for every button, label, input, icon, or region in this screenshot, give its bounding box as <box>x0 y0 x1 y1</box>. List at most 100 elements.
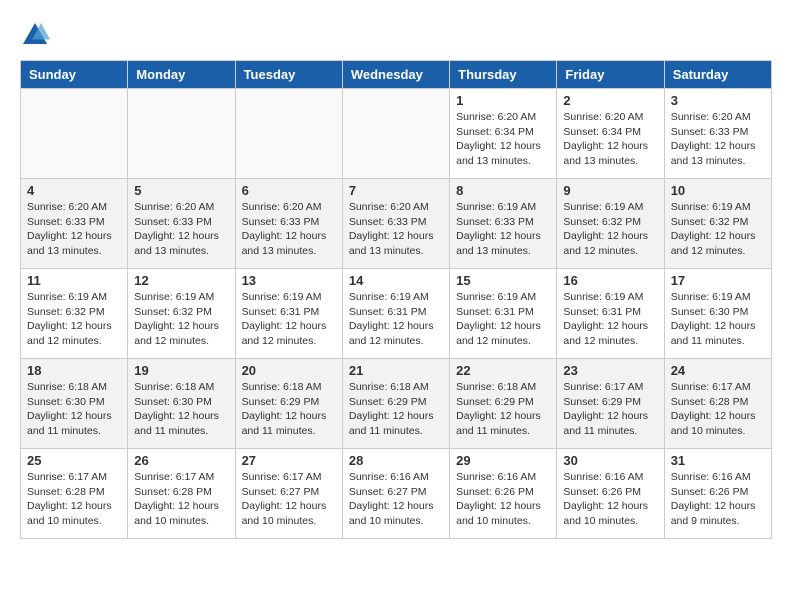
day-info: Sunrise: 6:17 AM Sunset: 6:28 PM Dayligh… <box>27 470 121 529</box>
day-info: Sunrise: 6:19 AM Sunset: 6:30 PM Dayligh… <box>671 290 765 349</box>
logo <box>20 20 54 50</box>
calendar-week: 18 Sunrise: 6:18 AM Sunset: 6:30 PM Dayli… <box>21 359 772 449</box>
day-info: Sunrise: 6:19 AM Sunset: 6:32 PM Dayligh… <box>671 200 765 259</box>
day-number: 4 <box>27 183 121 198</box>
day-number: 16 <box>563 273 657 288</box>
day-number: 1 <box>456 93 550 108</box>
day-info: Sunrise: 6:19 AM Sunset: 6:32 PM Dayligh… <box>563 200 657 259</box>
calendar-week: 4 Sunrise: 6:20 AM Sunset: 6:33 PM Daylig… <box>21 179 772 269</box>
day-number: 13 <box>242 273 336 288</box>
day-info: Sunrise: 6:20 AM Sunset: 6:33 PM Dayligh… <box>242 200 336 259</box>
day-info: Sunrise: 6:20 AM Sunset: 6:33 PM Dayligh… <box>349 200 443 259</box>
calendar-cell: 21 Sunrise: 6:18 AM Sunset: 6:29 PM Dayli… <box>342 359 449 449</box>
day-number: 22 <box>456 363 550 378</box>
day-number: 24 <box>671 363 765 378</box>
day-info: Sunrise: 6:19 AM Sunset: 6:32 PM Dayligh… <box>134 290 228 349</box>
day-info: Sunrise: 6:20 AM Sunset: 6:33 PM Dayligh… <box>671 110 765 169</box>
calendar-cell <box>342 89 449 179</box>
day-number: 28 <box>349 453 443 468</box>
day-info: Sunrise: 6:19 AM Sunset: 6:31 PM Dayligh… <box>242 290 336 349</box>
calendar-cell: 23Sunrise: 6:17 AM Sunset: 6:29 PM Dayli… <box>557 359 664 449</box>
calendar-cell: 22 Sunrise: 6:18 AM Sunset: 6:29 PM Dayli… <box>450 359 557 449</box>
day-info: Sunrise: 6:20 AM Sunset: 6:34 PM Dayligh… <box>563 110 657 169</box>
day-number: 14 <box>349 273 443 288</box>
weekday-header: Monday <box>128 61 235 89</box>
header <box>20 20 772 50</box>
day-number: 30 <box>563 453 657 468</box>
calendar-cell: 5 Sunrise: 6:20 AM Sunset: 6:33 PM Daylig… <box>128 179 235 269</box>
weekday-header: Sunday <box>21 61 128 89</box>
day-info: Sunrise: 6:16 AM Sunset: 6:26 PM Dayligh… <box>563 470 657 529</box>
calendar-week: 1 Sunrise: 6:20 AM Sunset: 6:34 PM Daylig… <box>21 89 772 179</box>
calendar-cell: 26 Sunrise: 6:17 AM Sunset: 6:28 PM Dayli… <box>128 449 235 539</box>
day-number: 25 <box>27 453 121 468</box>
calendar-cell: 29Sunrise: 6:16 AM Sunset: 6:26 PM Dayli… <box>450 449 557 539</box>
calendar-cell: 16Sunrise: 6:19 AM Sunset: 6:31 PM Dayli… <box>557 269 664 359</box>
calendar-cell <box>128 89 235 179</box>
calendar-cell: 19Sunrise: 6:18 AM Sunset: 6:30 PM Dayli… <box>128 359 235 449</box>
calendar-cell: 24 Sunrise: 6:17 AM Sunset: 6:28 PM Dayli… <box>664 359 771 449</box>
day-number: 26 <box>134 453 228 468</box>
calendar-cell: 20Sunrise: 6:18 AM Sunset: 6:29 PM Dayli… <box>235 359 342 449</box>
day-number: 15 <box>456 273 550 288</box>
day-number: 18 <box>27 363 121 378</box>
day-number: 21 <box>349 363 443 378</box>
day-number: 29 <box>456 453 550 468</box>
day-info: Sunrise: 6:17 AM Sunset: 6:27 PM Dayligh… <box>242 470 336 529</box>
day-number: 23 <box>563 363 657 378</box>
weekday-header: Saturday <box>664 61 771 89</box>
calendar-cell: 6Sunrise: 6:20 AM Sunset: 6:33 PM Daylig… <box>235 179 342 269</box>
day-info: Sunrise: 6:18 AM Sunset: 6:30 PM Dayligh… <box>134 380 228 439</box>
calendar-cell: 2 Sunrise: 6:20 AM Sunset: 6:34 PM Daylig… <box>557 89 664 179</box>
day-info: Sunrise: 6:20 AM Sunset: 6:33 PM Dayligh… <box>134 200 228 259</box>
day-info: Sunrise: 6:17 AM Sunset: 6:28 PM Dayligh… <box>134 470 228 529</box>
weekday-header: Thursday <box>450 61 557 89</box>
day-number: 5 <box>134 183 228 198</box>
logo-icon <box>20 20 50 50</box>
day-info: Sunrise: 6:16 AM Sunset: 6:27 PM Dayligh… <box>349 470 443 529</box>
day-number: 7 <box>349 183 443 198</box>
day-info: Sunrise: 6:17 AM Sunset: 6:28 PM Dayligh… <box>671 380 765 439</box>
day-info: Sunrise: 6:19 AM Sunset: 6:31 PM Dayligh… <box>349 290 443 349</box>
weekday-header: Tuesday <box>235 61 342 89</box>
day-number: 20 <box>242 363 336 378</box>
calendar-cell: 18 Sunrise: 6:18 AM Sunset: 6:30 PM Dayli… <box>21 359 128 449</box>
day-info: Sunrise: 6:16 AM Sunset: 6:26 PM Dayligh… <box>671 470 765 529</box>
calendar-header: SundayMondayTuesdayWednesdayThursdayFrid… <box>21 61 772 89</box>
weekday-header: Wednesday <box>342 61 449 89</box>
calendar-cell: 27 Sunrise: 6:17 AM Sunset: 6:27 PM Dayli… <box>235 449 342 539</box>
calendar-cell: 12Sunrise: 6:19 AM Sunset: 6:32 PM Dayli… <box>128 269 235 359</box>
day-number: 8 <box>456 183 550 198</box>
day-number: 9 <box>563 183 657 198</box>
day-info: Sunrise: 6:18 AM Sunset: 6:29 PM Dayligh… <box>349 380 443 439</box>
day-info: Sunrise: 6:19 AM Sunset: 6:31 PM Dayligh… <box>456 290 550 349</box>
calendar-cell <box>235 89 342 179</box>
day-info: Sunrise: 6:20 AM Sunset: 6:34 PM Dayligh… <box>456 110 550 169</box>
day-number: 17 <box>671 273 765 288</box>
calendar-cell: 9 Sunrise: 6:19 AM Sunset: 6:32 PM Daylig… <box>557 179 664 269</box>
day-info: Sunrise: 6:19 AM Sunset: 6:32 PM Dayligh… <box>27 290 121 349</box>
calendar-cell: 17 Sunrise: 6:19 AM Sunset: 6:30 PM Dayli… <box>664 269 771 359</box>
calendar-week: 11Sunrise: 6:19 AM Sunset: 6:32 PM Dayli… <box>21 269 772 359</box>
calendar-cell <box>21 89 128 179</box>
calendar-cell: 28 Sunrise: 6:16 AM Sunset: 6:27 PM Dayli… <box>342 449 449 539</box>
calendar-week: 25 Sunrise: 6:17 AM Sunset: 6:28 PM Dayli… <box>21 449 772 539</box>
day-number: 2 <box>563 93 657 108</box>
calendar-cell: 1 Sunrise: 6:20 AM Sunset: 6:34 PM Daylig… <box>450 89 557 179</box>
calendar-cell: 13 Sunrise: 6:19 AM Sunset: 6:31 PM Dayli… <box>235 269 342 359</box>
calendar-cell: 30 Sunrise: 6:16 AM Sunset: 6:26 PM Dayli… <box>557 449 664 539</box>
day-number: 3 <box>671 93 765 108</box>
day-number: 27 <box>242 453 336 468</box>
calendar-cell: 4 Sunrise: 6:20 AM Sunset: 6:33 PM Daylig… <box>21 179 128 269</box>
day-info: Sunrise: 6:19 AM Sunset: 6:33 PM Dayligh… <box>456 200 550 259</box>
weekday-row: SundayMondayTuesdayWednesdayThursdayFrid… <box>21 61 772 89</box>
calendar-cell: 8 Sunrise: 6:19 AM Sunset: 6:33 PM Daylig… <box>450 179 557 269</box>
day-number: 31 <box>671 453 765 468</box>
day-info: Sunrise: 6:18 AM Sunset: 6:29 PM Dayligh… <box>456 380 550 439</box>
calendar-cell: 14 Sunrise: 6:19 AM Sunset: 6:31 PM Dayli… <box>342 269 449 359</box>
calendar-cell: 25 Sunrise: 6:17 AM Sunset: 6:28 PM Dayli… <box>21 449 128 539</box>
day-number: 10 <box>671 183 765 198</box>
calendar-body: 1 Sunrise: 6:20 AM Sunset: 6:34 PM Daylig… <box>21 89 772 539</box>
day-info: Sunrise: 6:20 AM Sunset: 6:33 PM Dayligh… <box>27 200 121 259</box>
day-info: Sunrise: 6:18 AM Sunset: 6:30 PM Dayligh… <box>27 380 121 439</box>
